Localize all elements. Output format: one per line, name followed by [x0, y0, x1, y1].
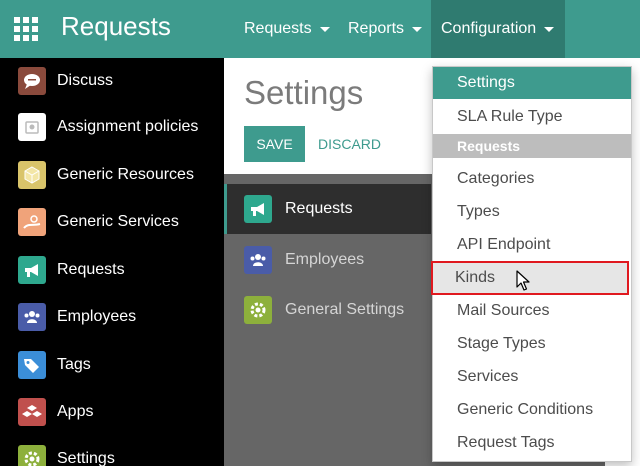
dropdown-item-categories[interactable]: Categories	[433, 162, 631, 195]
sidebar-item-label: Assignment policies	[57, 118, 199, 135]
sidebar-item-generic-services[interactable]: Generic Services	[0, 199, 224, 245]
sidebar-item-tags[interactable]: Tags	[0, 342, 224, 388]
tab-label: Employees	[285, 251, 365, 268]
sidebar-item-label: Employees	[57, 308, 137, 325]
services-icon	[18, 208, 46, 236]
discuss-icon	[18, 67, 46, 95]
chevron-down-icon	[544, 26, 555, 32]
top-navbar: Requests Requests Reports Configuration	[0, 0, 640, 58]
megaphone-icon	[244, 195, 272, 223]
dropdown-item-sla-rule-type[interactable]: SLA Rule Type	[433, 100, 631, 133]
tab-label: Requests	[285, 200, 353, 217]
menu-reports-label: Reports	[348, 20, 405, 37]
sidebar-item-apps[interactable]: Apps	[0, 389, 224, 435]
dropdown-item-kinds[interactable]: Kinds	[431, 261, 629, 295]
sidebar-item-label: Requests	[57, 261, 125, 278]
dropdown-item-api-endpoint[interactable]: API Endpoint	[433, 228, 631, 261]
tab-requests[interactable]: Requests	[224, 184, 431, 234]
sidebar-item-label: Apps	[57, 403, 94, 420]
gear-icon	[244, 296, 272, 324]
sidebar-item-settings[interactable]: Settings	[0, 436, 224, 466]
sidebar-item-label: Tags	[57, 356, 91, 373]
menu-configuration-label: Configuration	[441, 20, 537, 37]
dropdown-item-settings[interactable]: Settings	[433, 67, 631, 99]
dropdown-section-header: Requests	[433, 134, 631, 158]
cube-icon	[18, 161, 46, 189]
megaphone-icon	[18, 256, 46, 284]
dropdown-item-stage-types[interactable]: Stage Types	[433, 327, 631, 360]
employees-icon	[244, 246, 272, 274]
assignment-icon	[18, 113, 46, 141]
sidebar-item-label: Generic Services	[57, 213, 179, 230]
dropdown-item-request-tags[interactable]: Request Tags	[433, 426, 631, 459]
app-sidebar: Discuss Assignment policies Generic Reso…	[0, 58, 224, 466]
sidebar-item-assignment-policies[interactable]: Assignment policies	[0, 104, 224, 150]
menu-requests-label: Requests	[244, 20, 312, 37]
discard-button[interactable]: DISCARD	[318, 126, 381, 162]
dropdown-item-services[interactable]: Services	[433, 360, 631, 393]
sidebar-item-requests[interactable]: Requests	[0, 247, 224, 293]
chevron-down-icon	[412, 26, 423, 32]
gear-icon	[18, 445, 46, 466]
apps-icon	[18, 398, 46, 426]
sidebar-item-employees[interactable]: Employees	[0, 294, 224, 340]
mouse-cursor-icon	[516, 270, 530, 291]
sidebar-item-generic-resources[interactable]: Generic Resources	[0, 152, 224, 198]
chevron-down-icon	[319, 26, 330, 32]
app-title: Requests	[61, 11, 171, 41]
sidebar-item-discuss[interactable]: Discuss	[0, 58, 224, 104]
employees-icon	[18, 303, 46, 331]
tab-employees[interactable]: Employees	[224, 235, 431, 285]
tab-general-settings[interactable]: General Settings	[224, 285, 431, 335]
configuration-dropdown: Settings SLA Rule Type Requests Categori…	[431, 66, 632, 462]
apps-menu-icon[interactable]	[14, 17, 38, 41]
tab-label: General Settings	[285, 301, 405, 318]
dropdown-item-generic-conditions[interactable]: Generic Conditions	[433, 393, 631, 426]
dropdown-item-types[interactable]: Types	[433, 195, 631, 228]
sidebar-item-label: Generic Resources	[57, 166, 194, 183]
page-title: Settings	[244, 74, 364, 111]
menu-configuration[interactable]: Configuration	[431, 0, 565, 58]
tags-icon	[18, 351, 46, 379]
save-button[interactable]: SAVE	[244, 126, 305, 162]
menu-reports[interactable]: Reports	[338, 0, 432, 58]
sidebar-item-label: Discuss	[57, 72, 114, 89]
dropdown-item-mail-sources[interactable]: Mail Sources	[433, 294, 631, 327]
sidebar-item-label: Settings	[57, 450, 115, 466]
menu-requests[interactable]: Requests	[234, 0, 340, 58]
